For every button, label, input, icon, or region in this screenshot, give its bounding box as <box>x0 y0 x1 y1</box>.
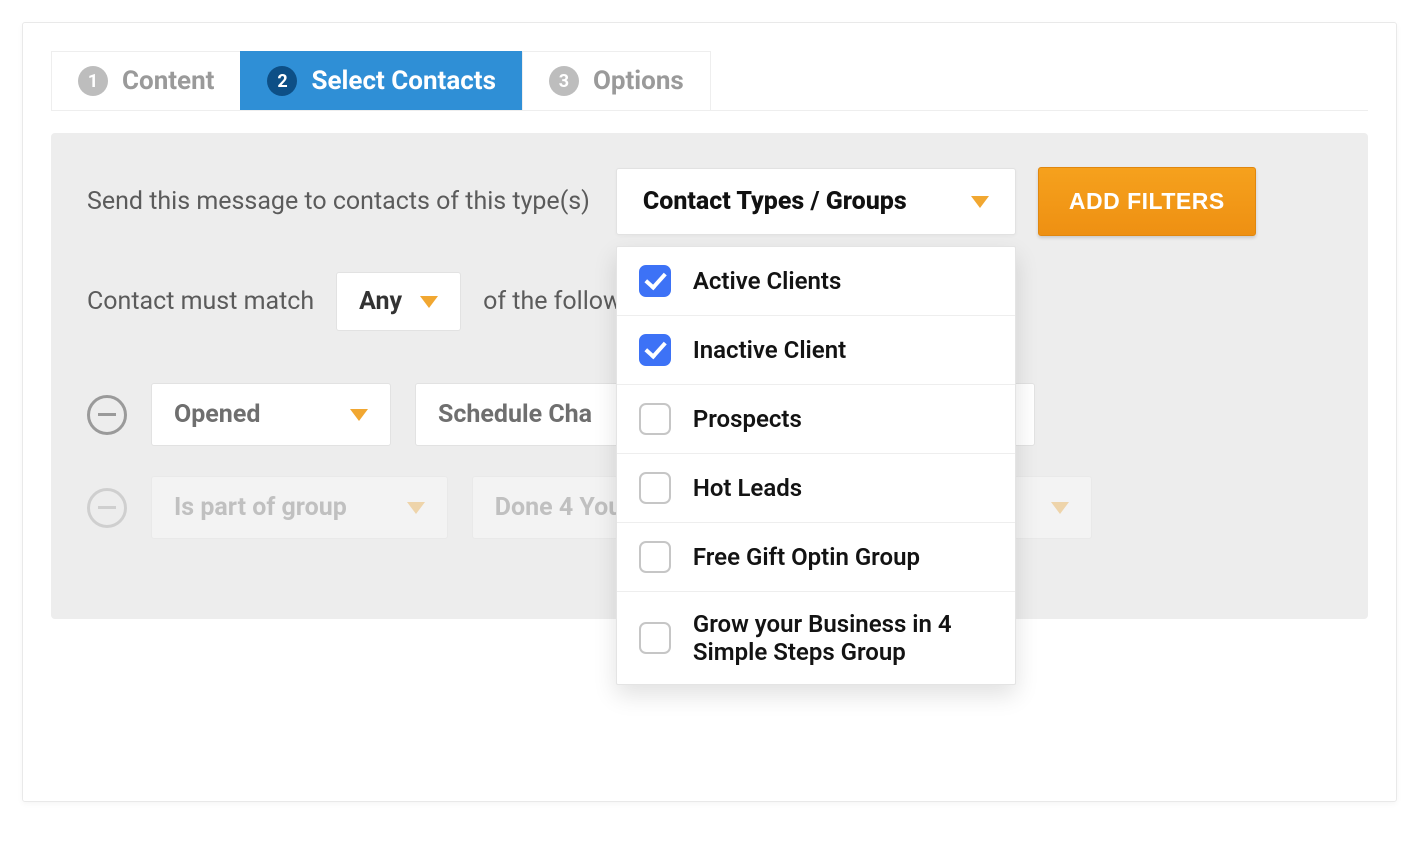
checkbox-icon[interactable] <box>639 265 671 297</box>
match-pre-text: Contact must match <box>87 287 314 316</box>
chevron-down-icon <box>420 296 438 308</box>
tab-content[interactable]: 1 Content <box>51 51 241 110</box>
match-mode-value: Any <box>359 287 402 316</box>
match-mode-select[interactable]: Any <box>336 272 461 331</box>
checkbox-icon[interactable] <box>639 622 671 654</box>
tab-select-contacts[interactable]: 2 Select Contacts <box>240 51 522 110</box>
option-label: Active Clients <box>693 267 841 295</box>
filter-condition-select[interactable]: Opened <box>151 383 391 446</box>
contact-types-dropdown: Contact Types / Groups Active ClientsIna… <box>616 168 1016 235</box>
checkbox-icon[interactable] <box>639 472 671 504</box>
tab-options[interactable]: 3 Options <box>522 51 711 110</box>
wizard-card: 1 Content 2 Select Contacts 3 Options Se… <box>22 22 1397 802</box>
step-badge: 2 <box>267 66 297 96</box>
checkbox-icon[interactable] <box>639 541 671 573</box>
contacts-panel: Send this message to contacts of this ty… <box>51 133 1368 619</box>
contact-type-option[interactable]: Free Gift Optin Group <box>617 523 1015 592</box>
send-prompt: Send this message to contacts of this ty… <box>87 187 590 216</box>
chevron-down-icon <box>407 502 425 514</box>
minus-icon <box>98 506 116 509</box>
contact-type-option[interactable]: Hot Leads <box>617 454 1015 523</box>
step-badge: 3 <box>549 66 579 96</box>
filter-condition-value: Is part of group <box>174 493 347 522</box>
send-to-row: Send this message to contacts of this ty… <box>87 167 1332 236</box>
tab-label: Content <box>122 66 214 96</box>
checkbox-icon[interactable] <box>639 403 671 435</box>
remove-filter-button[interactable] <box>87 488 127 528</box>
remove-filter-button[interactable] <box>87 395 127 435</box>
contact-types-menu: Active Clients Inactive Client Prospects Ho… <box>616 246 1016 685</box>
contact-type-option[interactable]: Inactive Client <box>617 316 1015 385</box>
tab-label: Select Contacts <box>311 66 495 96</box>
option-label: Free Gift Optin Group <box>693 543 920 571</box>
option-label: Inactive Client <box>693 336 846 364</box>
filter-condition-value: Opened <box>174 400 260 429</box>
option-label: Hot Leads <box>693 474 802 502</box>
wizard-tabs: 1 Content 2 Select Contacts 3 Options <box>51 51 1368 111</box>
contact-type-option[interactable]: Grow your Business in 4 Simple Steps Gro… <box>617 592 1015 684</box>
chevron-down-icon <box>971 196 989 208</box>
chevron-down-icon <box>1051 502 1069 514</box>
contact-type-option[interactable]: Active Clients <box>617 247 1015 316</box>
add-filters-button[interactable]: ADD FILTERS <box>1038 167 1256 236</box>
step-badge: 1 <box>78 66 108 96</box>
filter-value: Schedule Cha <box>438 400 592 429</box>
option-label: Grow your Business in 4 Simple Steps Gro… <box>693 610 993 666</box>
contact-types-select[interactable]: Contact Types / Groups <box>616 168 1016 235</box>
option-label: Prospects <box>693 405 802 433</box>
filter-condition-select[interactable]: Is part of group <box>151 476 448 539</box>
contact-types-label: Contact Types / Groups <box>643 187 907 216</box>
chevron-down-icon <box>350 409 368 421</box>
tab-label: Options <box>593 66 684 96</box>
minus-icon <box>98 413 116 416</box>
checkbox-icon[interactable] <box>639 334 671 366</box>
contact-type-option[interactable]: Prospects <box>617 385 1015 454</box>
